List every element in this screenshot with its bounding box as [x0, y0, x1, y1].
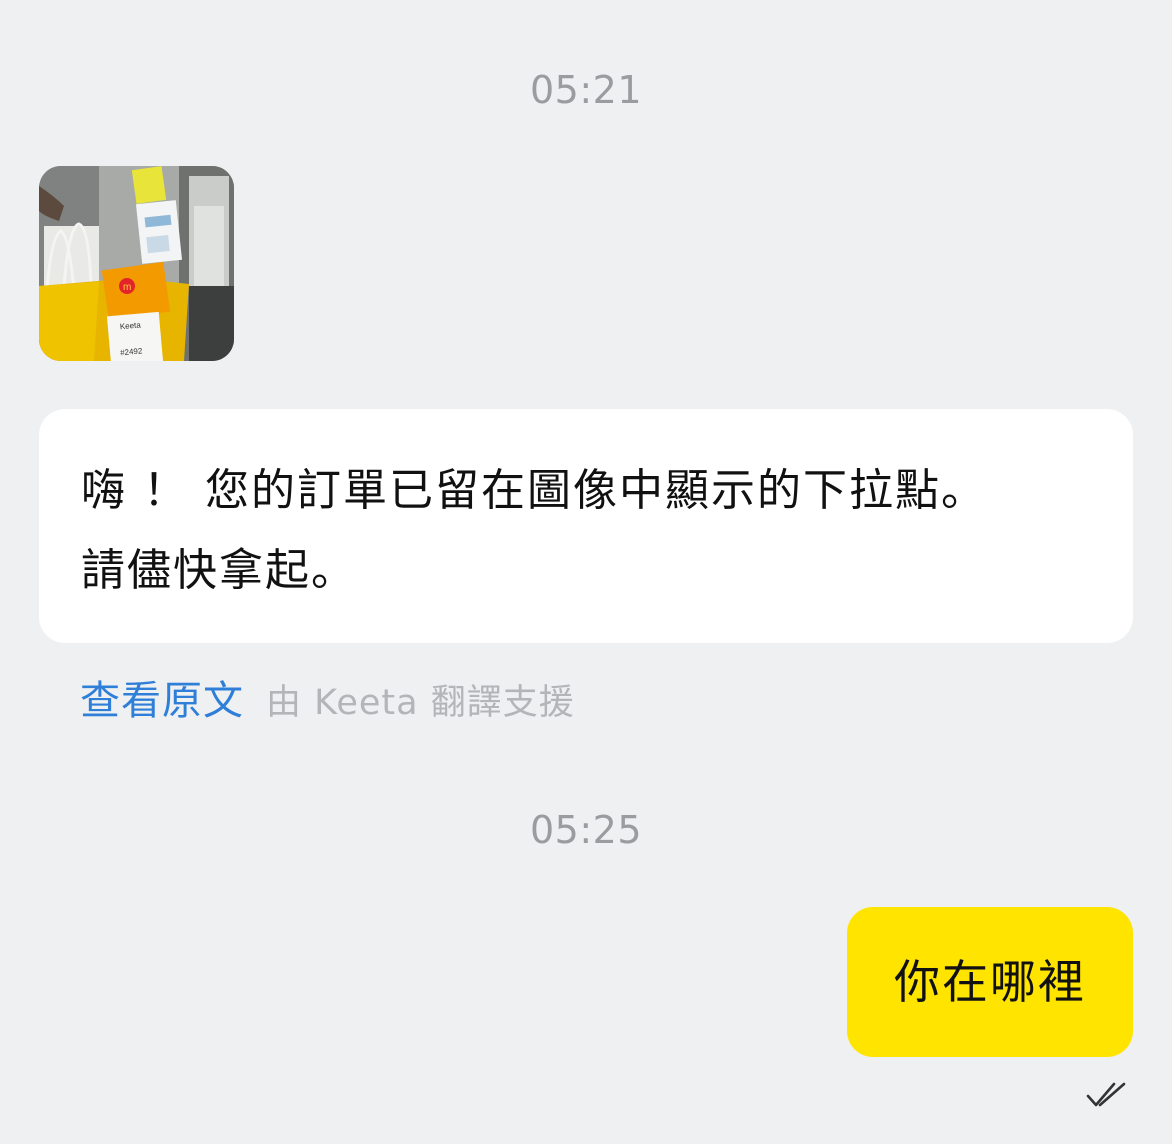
- message-text: 你在哪裡: [894, 955, 1086, 1009]
- translation-row: 查看原文由 Keeta 翻譯支援: [80, 668, 575, 724]
- message-text-line: 嗨 ！ 您的訂單已留在圖像中顯示的下拉點。: [81, 465, 987, 516]
- incoming-photo-message[interactable]: m Keeta #2492: [39, 166, 234, 361]
- message-text-line: 請儘快拿起。: [81, 545, 357, 596]
- translation-attribution: 由 Keeta 翻譯支援: [266, 683, 575, 723]
- timestamp: 05:21: [529, 68, 642, 112]
- outgoing-message-bubble[interactable]: 你在哪裡: [847, 907, 1133, 1057]
- svg-text:Keeta: Keeta: [119, 320, 141, 331]
- timestamp: 05:25: [529, 808, 642, 852]
- double-check-icon: [1086, 1082, 1126, 1107]
- svg-text:m: m: [123, 282, 131, 293]
- incoming-message-bubble[interactable]: 嗨 ！ 您的訂單已留在圖像中顯示的下拉點。 請儘快拿起。: [39, 409, 1133, 643]
- view-original-link[interactable]: 查看原文: [80, 678, 244, 724]
- delivery-photo-image: m Keeta #2492: [39, 166, 234, 361]
